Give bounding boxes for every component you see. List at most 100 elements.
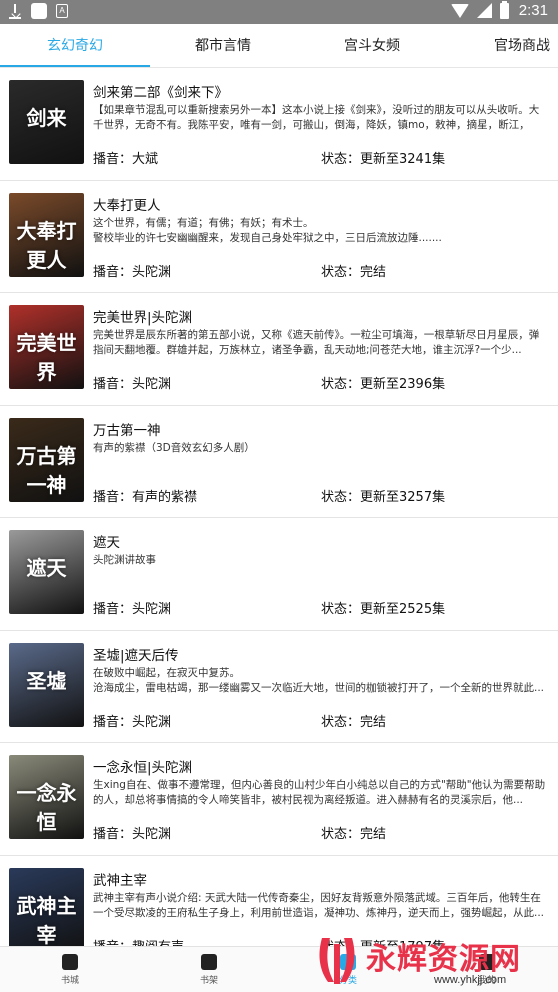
status-value: 完结	[360, 264, 387, 280]
book-description: 有声的紫襟（3D音效玄幻多人剧）	[93, 441, 255, 454]
status-label: 状态：	[321, 489, 361, 505]
book-title: 圣墟|遮天后传	[93, 647, 179, 664]
book-cover-title: 剑来	[26, 106, 67, 130]
book-status: 状态：更新至3257集	[321, 486, 445, 505]
book-title: 万古第一神	[93, 422, 161, 439]
watermark: 永辉资源网 www.yhkjj.com	[310, 930, 550, 992]
status-value: 更新至2396集	[360, 377, 446, 392]
book-anchor: 播音：有声的紫襟	[93, 486, 197, 505]
battery-icon	[499, 0, 509, 19]
active-tab-indicator	[0, 65, 150, 67]
nav-bookshelf[interactable]: 书架	[159, 947, 259, 992]
nav-store-label: 书城	[60, 976, 79, 986]
watermark-logo	[319, 938, 355, 984]
book-cover[interactable]: 遮天	[9, 530, 84, 614]
status-label: 状态：	[321, 152, 361, 167]
nav-bookshelf-label: 书架	[199, 976, 218, 986]
tab-gongdou[interactable]: 宫斗女频	[296, 24, 448, 68]
anchor-value: 头陀渊	[132, 827, 172, 842]
anchor-value: 大斌	[132, 152, 159, 167]
category-tabs: 玄幻奇幻 都市言情 宫斗女频 官场商战	[0, 24, 558, 68]
book-cover[interactable]: 剑来	[9, 80, 84, 164]
book-cover[interactable]: 大奉打更人	[9, 192, 84, 277]
book-cover-title: 武神主宰	[16, 893, 77, 947]
anchor-label: 播音：	[93, 377, 133, 392]
book-title: 一念永恒|头陀渊	[93, 760, 193, 776]
book-cover-title: 圣墟	[26, 668, 67, 693]
tab-guanchang[interactable]: 官场商战	[474, 24, 558, 68]
book-anchor: 播音：头陀渊	[93, 598, 171, 617]
book-item[interactable]: 一念永恒 一念永恒|头陀渊生xing自在、做事不遵常理，但内心善良的山村少年白小纯…	[0, 743, 558, 856]
book-description: 这个世界，有儒；有道；有佛；有妖；有术士。 警校毕业的许七安幽幽醒来，发现自己身…	[93, 216, 442, 244]
status-bar: A 2:31	[0, 0, 558, 24]
book-list: 剑来 剑来第二部《剑来下》【如果章节混乱可以重新搜索另外一本】这本小说上接《剑来》…	[0, 68, 558, 968]
book-description: 生xing自在、做事不遵常理，但内心善良的山村少年白小纯总以自己的方式"帮助"他…	[93, 779, 546, 806]
status-value: 完结	[360, 714, 387, 730]
book-cover-title: 遮天	[26, 556, 67, 580]
notification-badge-icon: A	[56, 4, 68, 18]
status-label: 状态：	[321, 827, 361, 842]
book-description: 【如果章节混乱可以重新搜索另外一本】这本小说上接《剑来》，没听过的朋友可以从头收…	[93, 104, 540, 131]
status-label: 状态：	[321, 377, 361, 392]
book-item[interactable]: 剑来 剑来第二部《剑来下》【如果章节混乱可以重新搜索另外一本】这本小说上接《剑来》…	[0, 68, 558, 181]
book-description: 头陀渊讲故事	[93, 554, 156, 566]
book-cover-title: 万古第一神	[16, 443, 77, 497]
status-value: 更新至3241集	[360, 152, 446, 167]
book-title: 武神主宰	[93, 872, 147, 889]
bookshelf-icon	[201, 954, 217, 970]
wifi-icon	[450, 3, 469, 18]
book-cover[interactable]: 完美世界	[9, 305, 84, 389]
book-status: 状态：更新至2525集	[321, 598, 445, 617]
anchor-value: 头陀渊	[132, 264, 172, 280]
book-title: 遮天	[93, 535, 120, 551]
book-title: 剑来第二部《剑来下》	[93, 85, 228, 101]
tab-dushi[interactable]: 都市言情	[150, 24, 296, 68]
status-label: 状态：	[321, 264, 361, 280]
book-status: 状态：更新至2396集	[321, 373, 445, 392]
book-description: 完美世界是辰东所著的第五部小说，又称《遮天前传》。一粒尘可填海，一根草斩尽日月星…	[93, 329, 540, 356]
anchor-value: 头陀渊	[132, 602, 172, 617]
book-cover-title: 大奉打更人	[16, 218, 77, 272]
book-anchor: 播音：头陀渊	[93, 373, 171, 392]
book-item[interactable]: 完美世界 完美世界|头陀渊完美世界是辰东所著的第五部小说，又称《遮天前传》。一粒尘…	[0, 293, 558, 406]
store-icon	[62, 954, 78, 970]
anchor-label: 播音：	[93, 264, 133, 280]
book-item[interactable]: 圣墟 圣墟|遮天后传 在破败中崛起，在寂灭中复苏。 沧海成尘，雷电枯竭，那一缕幽雾又…	[0, 631, 558, 743]
download-icon	[8, 3, 22, 19]
anchor-value: 头陀渊	[132, 377, 172, 392]
anchor-label: 播音：	[93, 489, 133, 505]
book-anchor: 播音：头陀渊	[93, 261, 171, 280]
book-cover[interactable]: 圣墟	[9, 642, 84, 727]
status-label: 状态：	[321, 602, 361, 617]
book-cover[interactable]: 万古第一神	[9, 417, 84, 502]
anchor-label: 播音：	[93, 152, 133, 167]
anchor-label: 播音：	[93, 827, 133, 842]
status-value: 更新至3257集	[360, 489, 446, 505]
watermark-text: 永辉资源网	[366, 942, 521, 977]
book-item[interactable]: 大奉打更人 大奉打更人 这个世界，有儒；有道；有佛；有妖；有术士。 警校毕业的许七安…	[0, 181, 558, 293]
book-anchor: 播音：大斌	[93, 148, 158, 167]
book-item[interactable]: 遮天 遮天 头陀渊讲故事 播音：头陀渊 状态：更新至2525集	[0, 518, 558, 631]
book-title: 完美世界|头陀渊	[93, 310, 193, 326]
notification-icon	[31, 3, 47, 19]
status-value: 完结	[360, 827, 387, 842]
book-item[interactable]: 万古第一神 万古第一神 有声的紫襟（3D音效玄幻多人剧） 播音：有声的紫襟 状态：更新至…	[0, 406, 558, 518]
book-cover[interactable]: 武神主宰	[9, 867, 84, 952]
anchor-value: 有声的紫襟	[132, 489, 198, 505]
book-status: 状态：完结	[321, 261, 386, 280]
book-status: 状态：完结	[321, 823, 386, 842]
book-status: 状态：完结	[321, 711, 386, 730]
signal-icon	[476, 3, 492, 18]
book-cover-title: 一念永恒	[16, 781, 77, 834]
book-anchor: 播音：头陀渊	[93, 711, 171, 730]
nav-store[interactable]: 书城	[20, 947, 120, 992]
book-description: 武神主宰有声小说介绍: 天武大陆一代传奇秦尘，因好友背叛意外陨落武域。三百年后，…	[93, 891, 545, 919]
anchor-label: 播音：	[93, 602, 133, 617]
clock: 2:31	[518, 2, 548, 19]
tab-xuanhuan[interactable]: 玄幻奇幻	[0, 24, 150, 68]
book-cover[interactable]: 一念永恒	[9, 755, 84, 839]
book-title: 大奉打更人	[93, 197, 161, 214]
anchor-label: 播音：	[93, 714, 133, 730]
anchor-value: 头陀渊	[132, 714, 172, 730]
watermark-url: www.yhkjj.com	[434, 974, 507, 986]
